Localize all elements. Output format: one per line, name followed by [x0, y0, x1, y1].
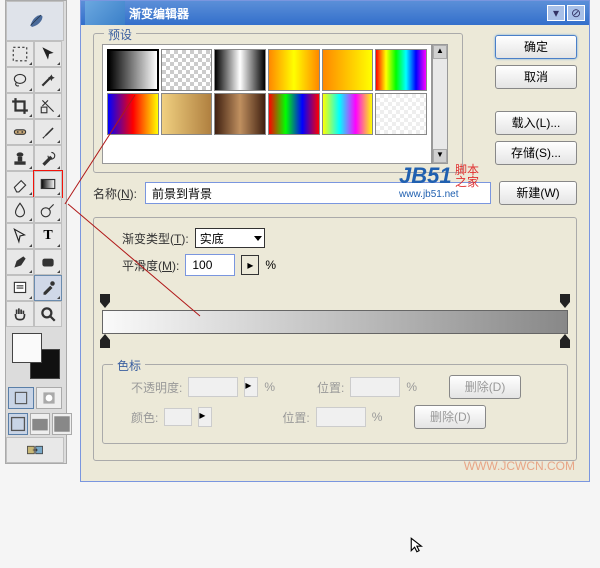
history-brush-tool[interactable] [34, 145, 62, 171]
preset-swatch[interactable] [107, 93, 159, 135]
stops-fieldset: 色标 不透明度: ▸ % 位置: % 删除(D) 颜色: ▸ [102, 364, 568, 444]
type-select[interactable]: 实底 [195, 228, 265, 248]
opacity-input [188, 377, 238, 397]
smooth-spinner[interactable]: ▸ [241, 255, 259, 275]
cursor-icon [409, 536, 427, 559]
position-label: 位置: [317, 379, 344, 396]
position-input-2 [316, 407, 366, 427]
chevron-down-icon [254, 236, 262, 241]
path-select-tool[interactable] [6, 223, 34, 249]
feather-logo [6, 1, 64, 41]
cancel-button[interactable]: 取消 [495, 65, 577, 89]
wand-tool[interactable] [34, 67, 62, 93]
smooth-input[interactable] [185, 254, 235, 276]
scrollbar[interactable]: ▲ ▼ [432, 44, 448, 164]
watermark: WWW.JCWCN.COM [464, 459, 575, 473]
scroll-down[interactable]: ▼ [433, 149, 447, 163]
type-tool[interactable]: T [34, 223, 62, 249]
slice-tool[interactable] [34, 93, 62, 119]
screen-full[interactable] [52, 413, 72, 435]
preset-swatch[interactable] [375, 93, 427, 135]
delete-button-2: 删除(D) [414, 405, 486, 429]
close-icon[interactable]: ⊘ [567, 5, 585, 21]
move-tool[interactable] [34, 41, 62, 67]
toolbox-panel: T [5, 0, 67, 464]
foreground-color[interactable] [12, 333, 42, 363]
menu-icon[interactable]: ▾ [547, 5, 565, 21]
screen-full-menu[interactable] [30, 413, 50, 435]
shape-tool[interactable] [34, 249, 62, 275]
smooth-label: 平滑度(M): [122, 257, 179, 274]
new-button[interactable]: 新建(W) [499, 181, 577, 205]
preset-swatch[interactable] [268, 93, 320, 135]
color-swatch-input [164, 408, 192, 426]
dialog-buttons: 确定 取消 载入(L)... 存储(S)... [495, 35, 577, 165]
color-swatch[interactable] [10, 331, 62, 381]
brush-tool[interactable] [34, 119, 62, 145]
color-stop-left[interactable] [100, 334, 110, 348]
eyedropper-tool[interactable] [34, 275, 62, 301]
color-spinner: ▸ [198, 407, 212, 427]
crop-tool[interactable] [6, 93, 34, 119]
name-label: 名称(N): [93, 185, 137, 202]
position-input-1 [350, 377, 400, 397]
dodge-tool[interactable] [34, 197, 62, 223]
scroll-up[interactable]: ▲ [433, 45, 447, 59]
opacity-stop-left[interactable] [100, 294, 110, 308]
preset-swatch[interactable] [268, 49, 320, 91]
blur-tool[interactable] [6, 197, 34, 223]
color-stop-right[interactable] [560, 334, 570, 348]
gradient-preview-bar[interactable] [102, 310, 568, 334]
standard-mode[interactable] [8, 387, 34, 409]
gradient-bar-area[interactable] [102, 294, 568, 354]
delete-button-1: 删除(D) [449, 375, 521, 399]
pen-tool[interactable] [6, 249, 34, 275]
preset-swatch[interactable] [322, 49, 374, 91]
ok-button[interactable]: 确定 [495, 35, 577, 59]
presets-legend: 预设 [104, 26, 136, 43]
opacity-spinner: ▸ [244, 377, 258, 397]
save-button[interactable]: 存储(S)... [495, 141, 577, 165]
preset-swatch[interactable] [322, 93, 374, 135]
preset-swatch[interactable] [107, 49, 159, 91]
marquee-tool[interactable] [6, 41, 34, 67]
hand-tool[interactable] [6, 301, 34, 327]
titlebar: 渐变编辑器 ▾ ⊘ [81, 1, 589, 25]
zoom-tool[interactable] [34, 301, 62, 327]
ps-logo-icon [85, 1, 125, 25]
preset-swatch[interactable] [214, 93, 266, 135]
percent-label: % [265, 258, 276, 272]
load-button[interactable]: 载入(L)... [495, 111, 577, 135]
eraser-tool[interactable] [6, 171, 34, 197]
gradient-tool[interactable] [34, 171, 62, 197]
stops-legend: 色标 [113, 357, 145, 374]
dialog-title: 渐变编辑器 [129, 5, 189, 22]
preset-swatch[interactable] [375, 49, 427, 91]
preset-swatch[interactable] [161, 93, 213, 135]
type-label: 渐变类型(T): [122, 230, 189, 247]
gradient-settings: 渐变类型(T): 实底 平滑度(M): ▸ % [93, 217, 577, 461]
color-label: 颜色: [131, 409, 158, 426]
name-input[interactable] [145, 182, 491, 204]
opacity-label: 不透明度: [131, 379, 182, 396]
quickmask-mode[interactable] [36, 387, 62, 409]
notes-tool[interactable] [6, 275, 34, 301]
jump-to-imageready[interactable] [6, 437, 64, 463]
heal-tool[interactable] [6, 119, 34, 145]
presets-fieldset: 预设 ▲ ▼ [93, 33, 463, 173]
preset-grid [102, 44, 432, 164]
lasso-tool[interactable] [6, 67, 34, 93]
screen-standard[interactable] [8, 413, 28, 435]
preset-swatch[interactable] [214, 49, 266, 91]
gradient-editor-dialog: 渐变编辑器 ▾ ⊘ 预设 ▲ ▼ 确定 取消 载入(L)... 存储(S)... [80, 0, 590, 482]
stamp-tool[interactable] [6, 145, 34, 171]
opacity-stop-right[interactable] [560, 294, 570, 308]
preset-swatch[interactable] [161, 49, 213, 91]
